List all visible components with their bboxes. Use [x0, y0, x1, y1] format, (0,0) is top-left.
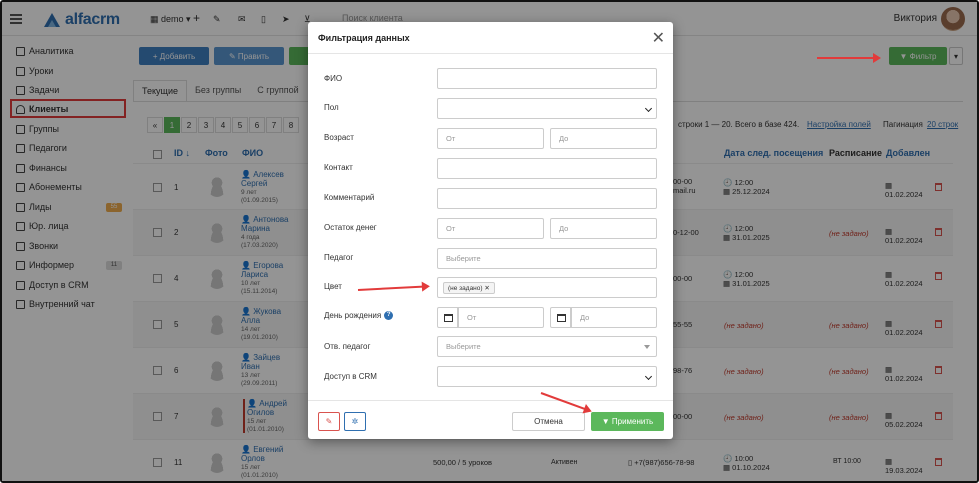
field-label-age: Возраст [324, 133, 354, 142]
birthday-to-input[interactable]: До [571, 307, 657, 328]
filter-modal: Фильтрация данных ✕ ФИО Пол Возраст От Д… [308, 22, 673, 439]
age-to-input[interactable]: До [550, 128, 657, 149]
calendar-icon[interactable] [550, 307, 571, 328]
app-window: alfacrm ▦ demo ▾ + ✎ ✉ ▯ ➤ ⊻ Поиск клиен… [0, 0, 979, 483]
contact-input[interactable] [437, 158, 657, 179]
field-label-color: Цвет [324, 282, 342, 291]
teacher-select[interactable]: Выберите [437, 248, 657, 269]
field-label-comment: Комментарий [324, 193, 375, 202]
field-label-resp-teacher: Отв. педагог [324, 342, 371, 351]
crm-access-select[interactable] [437, 366, 657, 387]
chevron-down-icon [644, 372, 653, 381]
modal-title: Фильтрация данных [318, 33, 410, 43]
birthday-from-input[interactable]: От [458, 307, 544, 328]
field-label-teacher: Педагог [324, 253, 354, 262]
field-label-contact: Контакт [324, 163, 353, 172]
field-label-fio: ФИО [324, 74, 343, 83]
birthday-label-text: День рождения [324, 311, 382, 320]
modal-footer-divider [308, 400, 673, 401]
modal-header-divider [308, 53, 673, 54]
field-label-birthday: День рождения? [324, 311, 394, 321]
settings-button[interactable]: ✲ [344, 412, 366, 431]
color-tag[interactable]: (не задано) ✕ [443, 282, 495, 294]
caret-down-icon [644, 345, 650, 349]
field-label-gender: Пол [324, 103, 339, 112]
age-from-input[interactable]: От [437, 128, 544, 149]
field-label-balance: Остаток денег [324, 223, 377, 232]
reset-button[interactable]: ✎ [318, 412, 340, 431]
cancel-button[interactable]: Отмена [512, 412, 585, 431]
comment-input[interactable] [437, 188, 657, 209]
color-tag-label: (не задано) [448, 285, 483, 292]
close-icon[interactable]: ✕ [652, 28, 665, 48]
eraser-icon: ✎ [325, 417, 333, 426]
field-label-crm-access: Доступ в CRM [324, 372, 377, 381]
gear-icon: ✲ [351, 417, 359, 426]
remove-tag-icon[interactable]: ✕ [484, 285, 489, 292]
balance-from-input[interactable]: От [437, 218, 544, 239]
chevron-down-icon [644, 104, 653, 113]
fio-input[interactable] [437, 68, 657, 89]
balance-to-input[interactable]: До [550, 218, 657, 239]
gender-select[interactable] [437, 98, 657, 119]
calendar-icon[interactable] [437, 307, 458, 328]
apply-button[interactable]: ▼ Применить [591, 412, 664, 431]
help-icon[interactable]: ? [384, 311, 394, 321]
annotation-arrow-filter [817, 53, 881, 63]
resp-teacher-select[interactable]: Выберите [437, 336, 657, 357]
resp-teacher-placeholder: Выберите [446, 342, 481, 351]
color-select[interactable]: (не задано) ✕ [437, 277, 657, 298]
